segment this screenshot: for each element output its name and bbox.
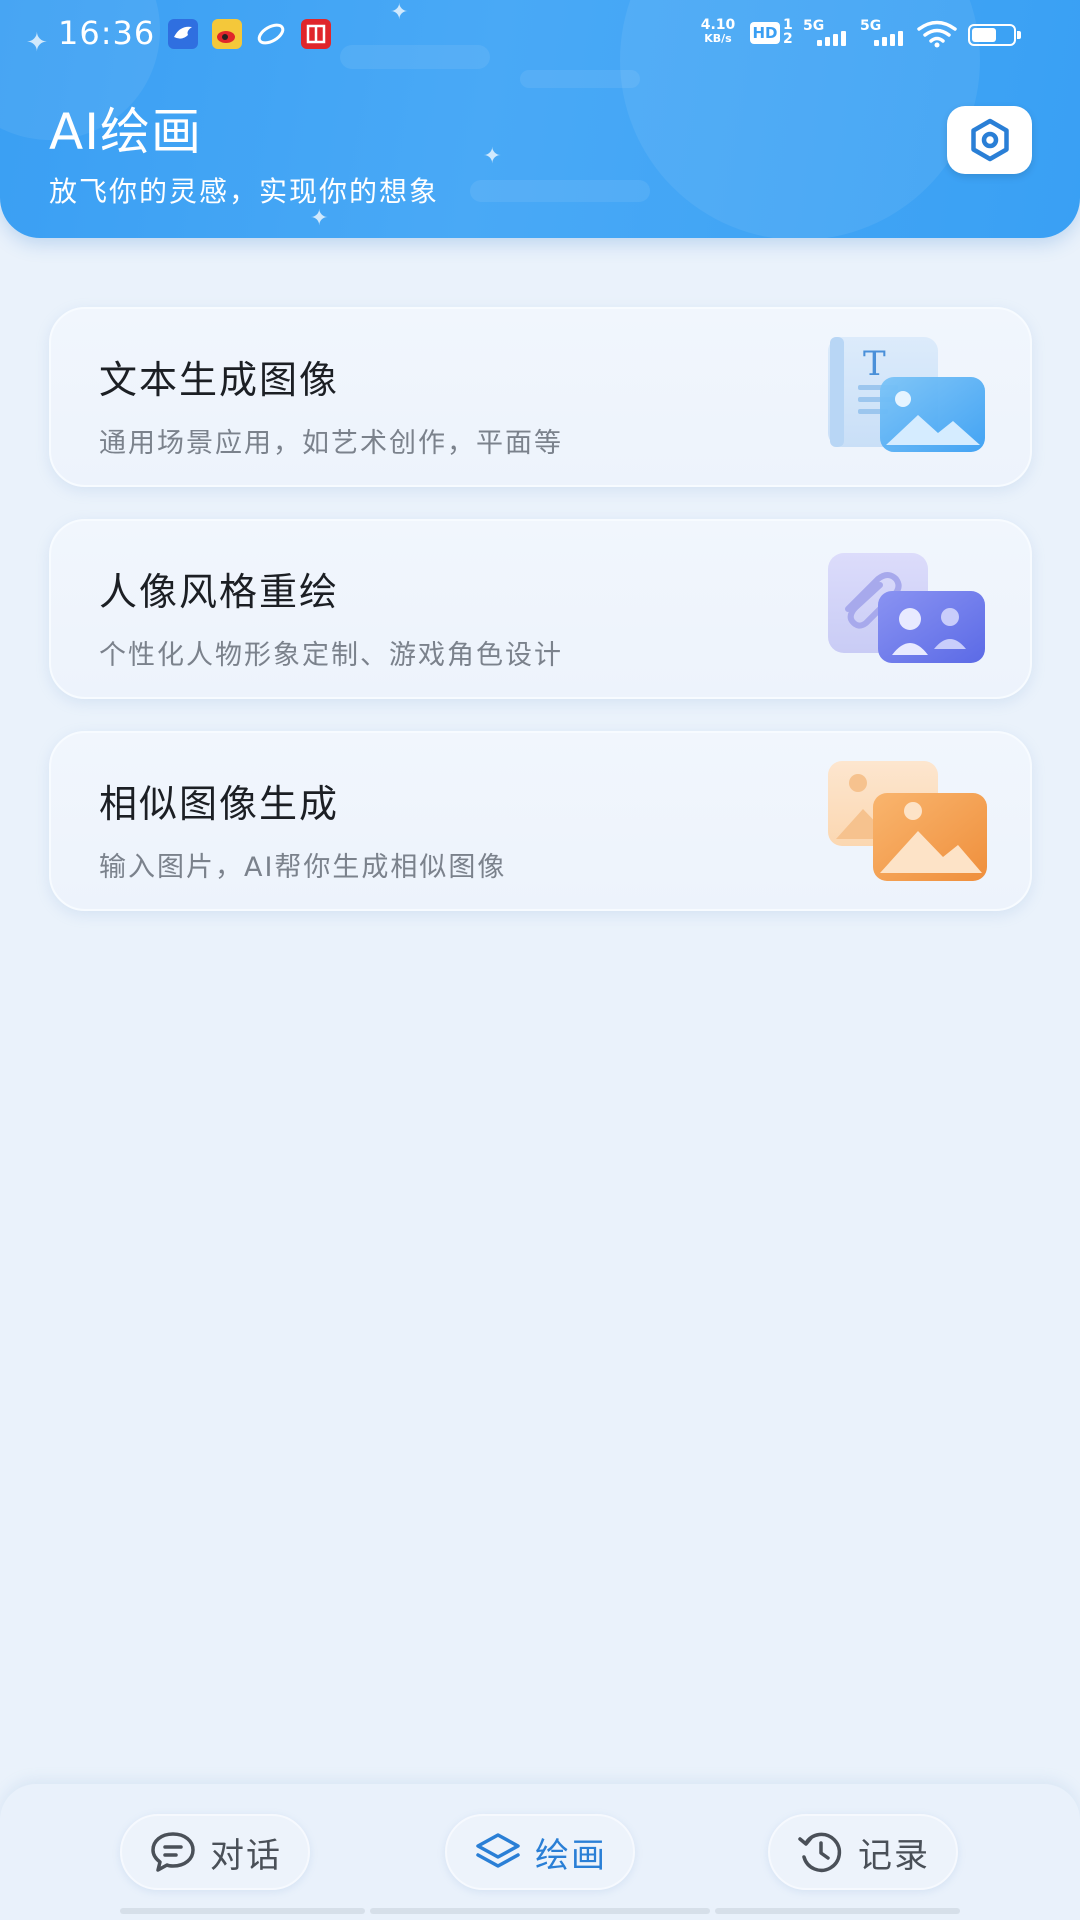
hd-badge: HD: [750, 22, 780, 44]
home-indicator: [715, 1908, 960, 1914]
portrait-restyle-icon: [828, 553, 985, 663]
sparkle-icon: ✦: [483, 144, 502, 169]
similar-image-icon: [828, 761, 987, 881]
page-subtitle: 放飞你的灵感，实现你的想象: [49, 175, 440, 208]
card-description: 通用场景应用，如艺术创作，平面等: [99, 428, 563, 459]
signal-icon: 5G: [803, 18, 847, 48]
bottom-nav: 对话 绘画 记录: [0, 1784, 1080, 1920]
layers-icon: [476, 1833, 520, 1868]
home-indicator: [120, 1908, 365, 1914]
link-app-icon: [256, 19, 286, 49]
nav-label: 记录: [858, 1835, 930, 1876]
hd-sim-label: 1 2: [783, 17, 793, 47]
card-similar-image[interactable]: 相似图像生成 输入图片，AI帮你生成相似图像: [49, 731, 1032, 911]
header-decoration: [520, 70, 640, 88]
signal-label: 5G: [860, 18, 882, 34]
card-title: 文本生成图像: [99, 358, 340, 402]
wifi-icon: [917, 20, 957, 48]
card-description: 个性化人物形象定制、游戏角色设计: [99, 640, 563, 671]
settings-button[interactable]: [947, 106, 1032, 174]
weibo-icon: [212, 19, 242, 49]
network-speed-value: 4.10: [700, 17, 736, 33]
text-to-image-icon: T: [828, 337, 985, 452]
card-title: 相似图像生成: [99, 782, 340, 826]
battery-icon: [968, 24, 1021, 46]
nav-item-draw[interactable]: 绘画: [445, 1814, 635, 1890]
card-description: 输入图片，AI帮你生成相似图像: [99, 852, 507, 883]
history-icon: [798, 1832, 842, 1873]
signal-label: 5G: [803, 18, 825, 34]
card-title: 人像风格重绘: [99, 570, 340, 614]
home-indicator: [370, 1908, 710, 1914]
page-title: AI绘画: [49, 103, 202, 161]
citic-app-icon: [301, 19, 331, 49]
header-decoration: [470, 180, 650, 202]
nav-item-chat[interactable]: 对话: [120, 1814, 310, 1890]
status-time: 16:36: [58, 14, 156, 52]
nav-label: 对话: [210, 1835, 282, 1876]
header: ✦ ✦ ✦ ✦ 16:36 4.10 KB/s HD 1 2 5G 5G AI绘…: [0, 0, 1080, 238]
chat-icon: [151, 1832, 195, 1872]
settings-hexagon-icon: [970, 118, 1009, 162]
svg-text:T: T: [863, 344, 886, 384]
signal-icon: 5G: [860, 18, 904, 48]
card-text-to-image[interactable]: 文本生成图像 通用场景应用，如艺术创作，平面等 T: [49, 307, 1032, 487]
nav-item-history[interactable]: 记录: [768, 1814, 958, 1890]
network-speed-unit: KB/s: [704, 32, 732, 45]
card-portrait-restyle[interactable]: 人像风格重绘 个性化人物形象定制、游戏角色设计: [49, 519, 1032, 699]
status-bar: 16:36 4.10 KB/s HD 1 2 5G 5G: [0, 0, 1080, 70]
bird-app-icon: [168, 19, 198, 49]
network-speed: 4.10 KB/s: [697, 18, 739, 46]
nav-label: 绘画: [535, 1835, 607, 1876]
sparkle-icon: ✦: [310, 206, 329, 231]
